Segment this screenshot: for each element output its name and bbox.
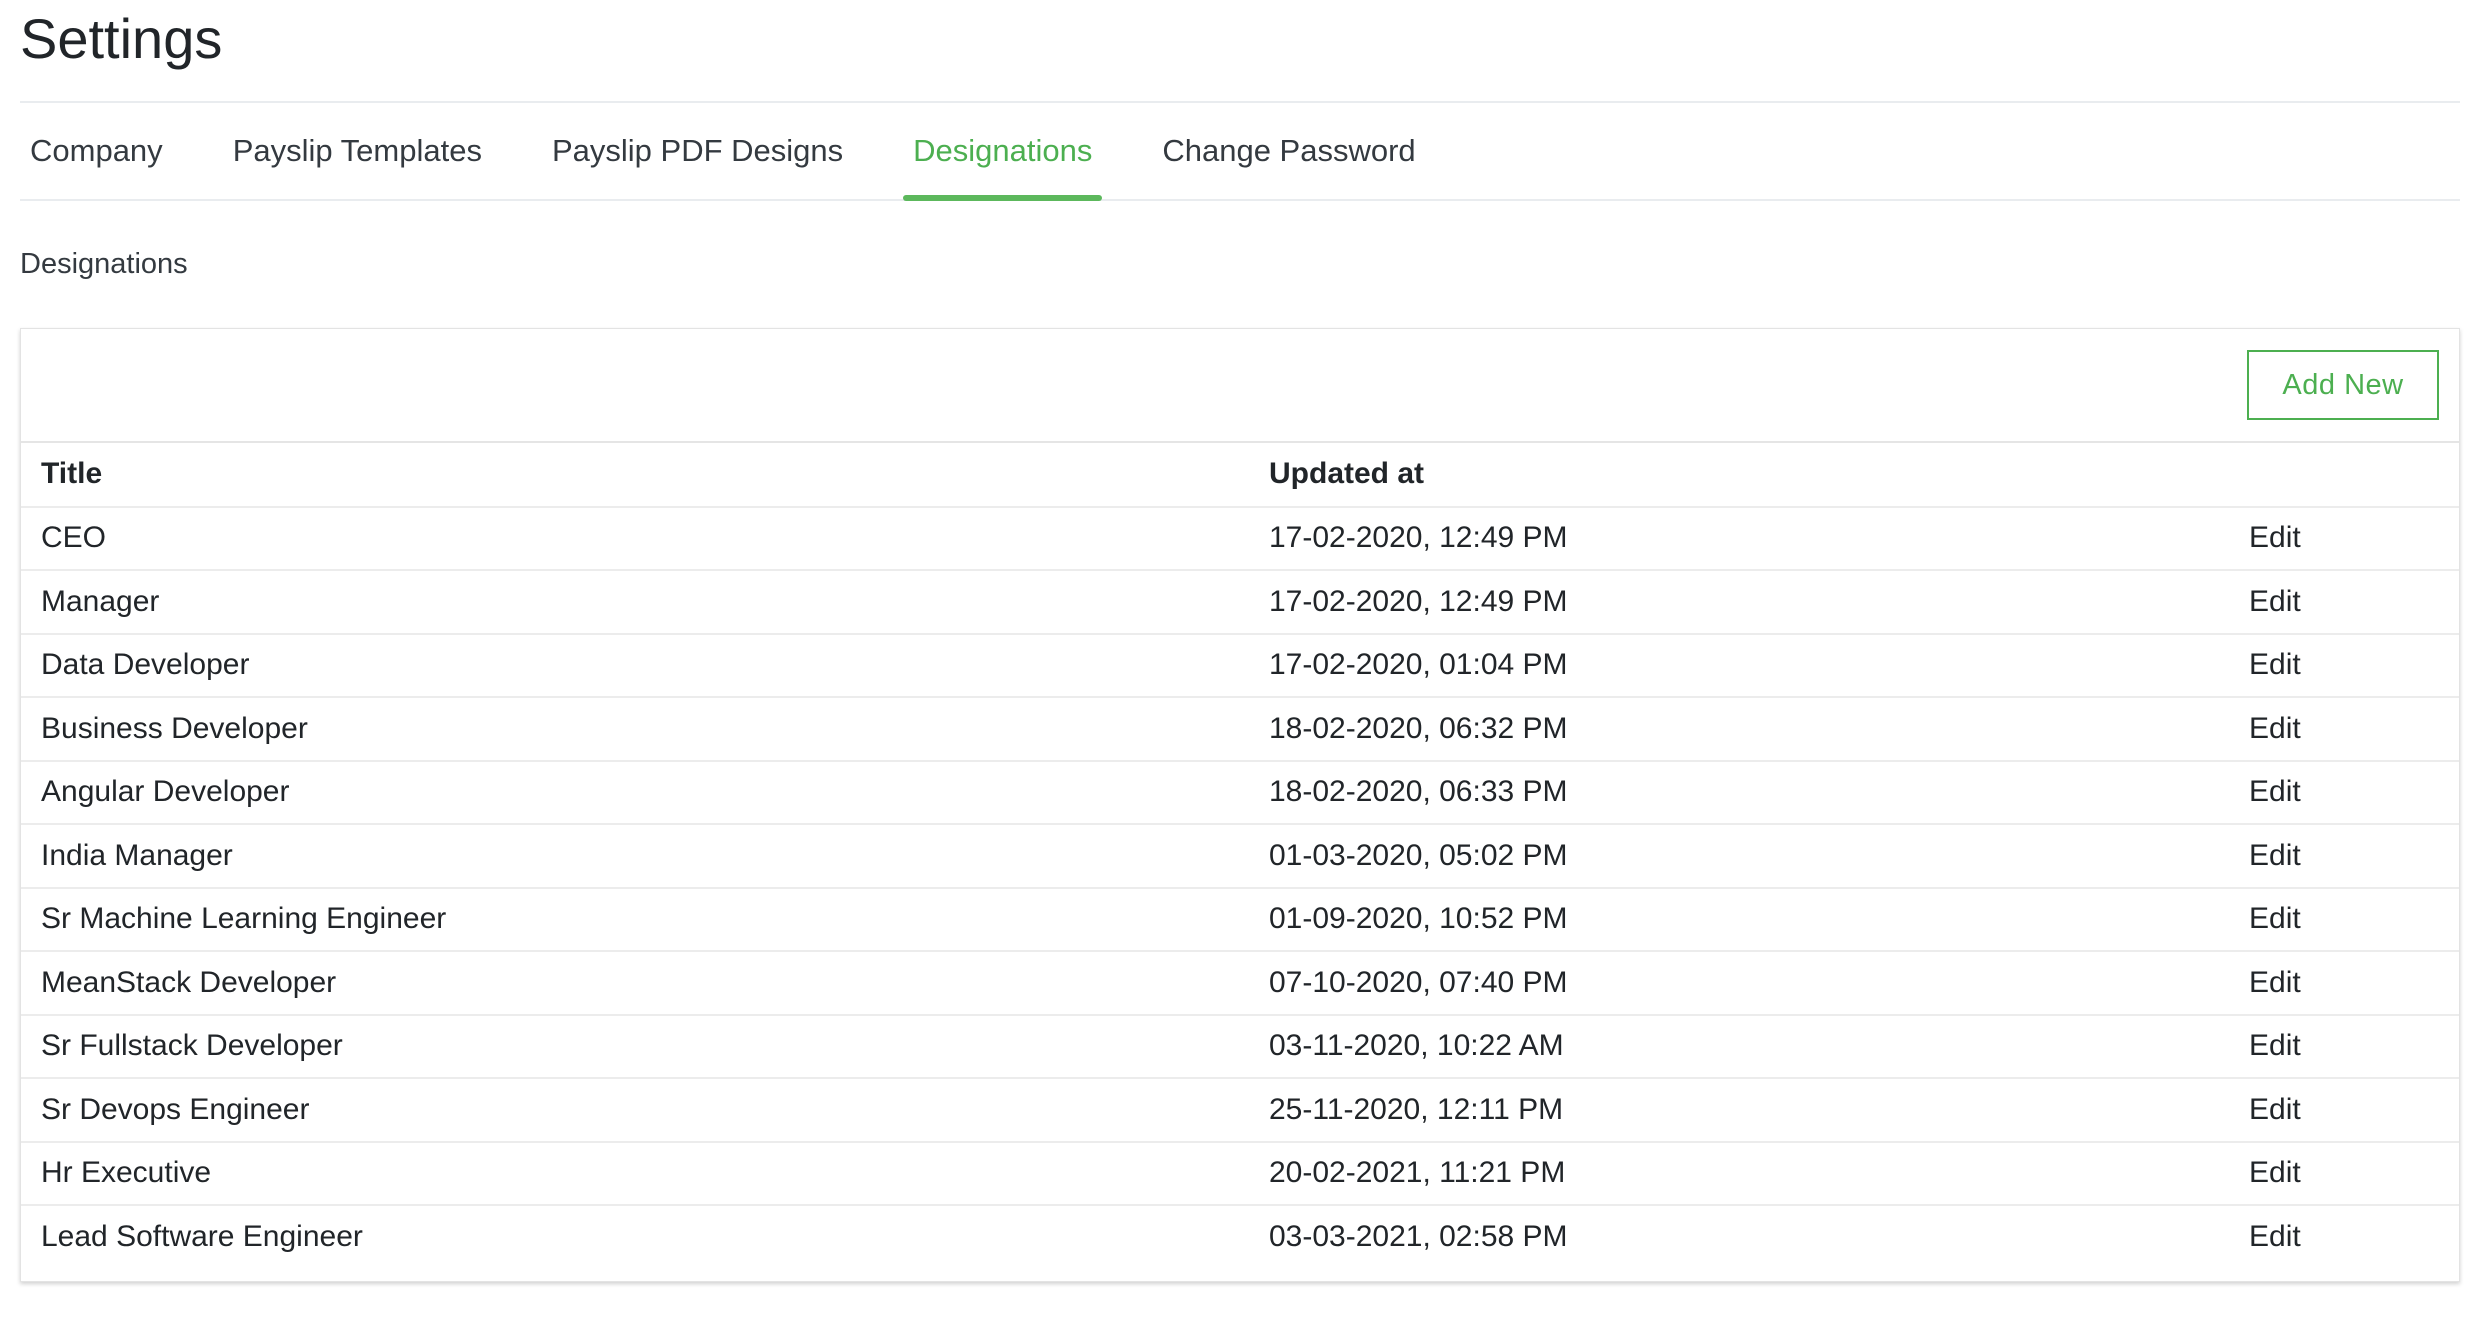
actions-cell: Edit — [2229, 1141, 2459, 1206]
add-new-button[interactable]: Add New — [2247, 350, 2439, 420]
actions-cell: Edit — [2229, 887, 2459, 952]
table-row: Sr Machine Learning Engineer 01-09-2020, … — [21, 887, 2459, 952]
tab-designations[interactable]: Designations — [903, 103, 1103, 201]
edit-link[interactable]: Edit — [2249, 1093, 2301, 1126]
actions-cell: Edit — [2229, 570, 2459, 635]
designations-table: Title Updated at CEO 17-02-2020, 12:49 PM… — [21, 443, 2459, 1269]
designation-title-cell: Hr Executive — [21, 1141, 1249, 1206]
table-row: Angular Developer 18-02-2020, 06:33 PM Edi… — [21, 760, 2459, 825]
actions-cell: Edit — [2229, 1014, 2459, 1079]
designations-card: Add New Title Updated at CEO 17-02-2020, … — [20, 328, 2460, 1282]
table-row: Manager 17-02-2020, 12:49 PM Edit — [21, 570, 2459, 635]
designation-title-cell: CEO — [21, 506, 1249, 571]
table-row: Sr Devops Engineer 25-11-2020, 12:11 PM Ed… — [21, 1078, 2459, 1143]
updated-at-cell: 25-11-2020, 12:11 PM — [1249, 1078, 2229, 1143]
edit-link[interactable]: Edit — [2249, 521, 2301, 554]
updated-at-cell: 18-02-2020, 06:33 PM — [1249, 760, 2229, 825]
column-header-title[interactable]: Title — [21, 443, 1249, 508]
actions-cell: Edit — [2229, 1205, 2459, 1269]
edit-link[interactable]: Edit — [2249, 1029, 2301, 1062]
actions-cell: Edit — [2229, 824, 2459, 889]
table-row: Lead Software Engineer 03-03-2021, 02:58 … — [21, 1205, 2459, 1269]
tab-company[interactable]: Company — [20, 103, 173, 199]
updated-at-cell: 01-03-2020, 05:02 PM — [1249, 824, 2229, 889]
designation-title-cell: Data Developer — [21, 633, 1249, 698]
table-header-row: Title Updated at — [21, 443, 2459, 508]
updated-at-cell: 17-02-2020, 01:04 PM — [1249, 633, 2229, 698]
edit-link[interactable]: Edit — [2249, 775, 2301, 808]
actions-cell: Edit — [2229, 760, 2459, 825]
section-heading: Designations — [20, 248, 188, 280]
edit-link[interactable]: Edit — [2249, 585, 2301, 618]
edit-link[interactable]: Edit — [2249, 712, 2301, 745]
updated-at-cell: 07-10-2020, 07:40 PM — [1249, 951, 2229, 1016]
table-row: Hr Executive 20-02-2021, 11:21 PM Edit — [21, 1141, 2459, 1206]
designation-title-cell: MeanStack Developer — [21, 951, 1249, 1016]
table-row: Business Developer 18-02-2020, 06:32 PM Ed… — [21, 697, 2459, 762]
designation-title-cell: Angular Developer — [21, 760, 1249, 825]
updated-at-cell: 18-02-2020, 06:32 PM — [1249, 697, 2229, 762]
settings-tabs: Company Payslip Templates Payslip PDF De… — [20, 103, 2460, 201]
actions-cell: Edit — [2229, 506, 2459, 571]
designation-title-cell: Lead Software Engineer — [41, 1220, 363, 1254]
actions-cell: Edit — [2229, 697, 2459, 762]
updated-at-cell: 03-11-2020, 10:22 AM — [1249, 1014, 2229, 1079]
updated-at-cell: 03-03-2021, 02:58 PM — [1269, 1220, 1568, 1254]
updated-at-cell: 17-02-2020, 12:49 PM — [1249, 570, 2229, 635]
table-row: CEO 17-02-2020, 12:49 PM Edit — [21, 506, 2459, 571]
actions-cell: Edit — [2229, 1078, 2459, 1143]
designation-title-cell: India Manager — [21, 824, 1249, 889]
updated-at-cell: 20-02-2021, 11:21 PM — [1249, 1141, 2229, 1206]
designation-title-cell: Sr Devops Engineer — [21, 1078, 1249, 1143]
actions-cell: Edit — [2229, 633, 2459, 698]
column-header-updated-at[interactable]: Updated at — [1249, 443, 2229, 508]
column-header-actions — [2229, 443, 2459, 508]
designation-title-cell: Manager — [21, 570, 1249, 635]
edit-link[interactable]: Edit — [2249, 902, 2301, 935]
edit-link[interactable]: Edit — [2249, 966, 2301, 999]
card-toolbar: Add New — [21, 329, 2459, 443]
updated-at-cell: 17-02-2020, 12:49 PM — [1249, 506, 2229, 571]
edit-link[interactable]: Edit — [2249, 839, 2301, 872]
settings-page: Settings Company Payslip Templates Paysl… — [20, 0, 2460, 1282]
edit-link[interactable]: Edit — [2249, 1156, 2301, 1189]
designation-title-cell: Sr Machine Learning Engineer — [21, 887, 1249, 952]
table-body: CEO 17-02-2020, 12:49 PM Edit Manager 17-02-… — [21, 506, 2459, 1269]
updated-at-cell: 01-09-2020, 10:52 PM — [1249, 887, 2229, 952]
tab-change-password[interactable]: Change Password — [1152, 103, 1425, 199]
page-title: Settings — [20, 7, 223, 70]
edit-link[interactable]: Edit — [2249, 648, 2301, 681]
table-row: MeanStack Developer 07-10-2020, 07:40 PM E… — [21, 951, 2459, 1016]
tab-payslip-templates[interactable]: Payslip Templates — [223, 103, 492, 199]
tab-payslip-pdf-designs[interactable]: Payslip PDF Designs — [542, 103, 853, 199]
designation-title-cell: Business Developer — [21, 697, 1249, 762]
table-row: Data Developer 17-02-2020, 01:04 PM Edit — [21, 633, 2459, 698]
table-row: India Manager 01-03-2020, 05:02 PM Edit — [21, 824, 2459, 889]
designation-title-cell: Sr Fullstack Developer — [21, 1014, 1249, 1079]
table-row: Sr Fullstack Developer 03-11-2020, 10:22 … — [21, 1014, 2459, 1079]
actions-cell: Edit — [2229, 951, 2459, 1016]
edit-link[interactable]: Edit — [2249, 1220, 2301, 1253]
